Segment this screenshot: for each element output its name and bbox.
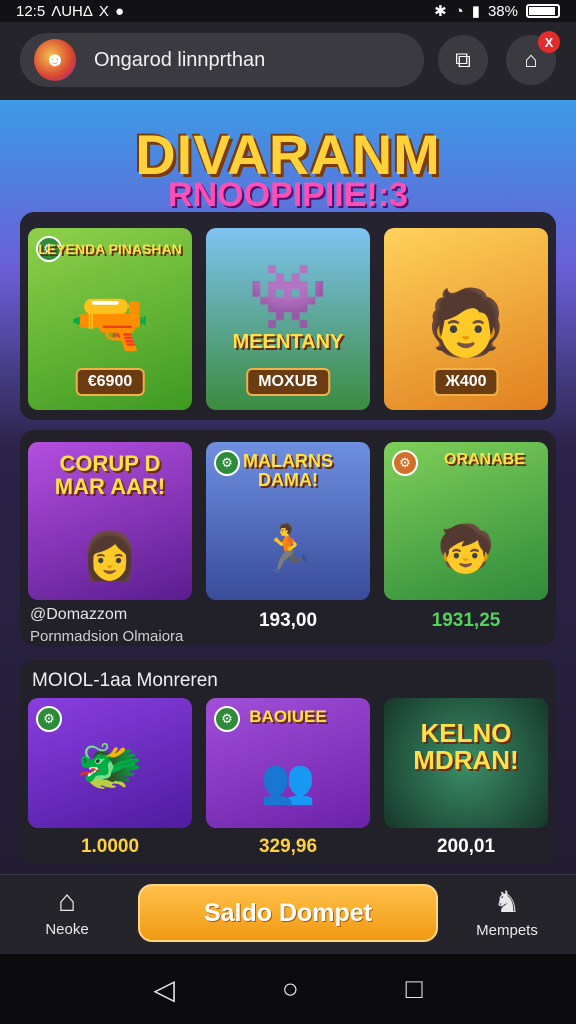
card-caption: LEYENDA PINASHAN [38,241,182,257]
card-caption: KELNO MDRAN! [413,718,519,776]
wallet-icon: ♞ [493,886,521,919]
game-card-1[interactable]: ⚙ LEYENDA PINASHAN 🔫 €6900 [28,228,192,410]
card-value: 193,00 [258,610,318,631]
copy-icon: ⧉ [455,47,471,72]
card-caption: MEENTANY [232,331,344,353]
game-card-6[interactable]: ⚙ ORANABE 🧒 [384,442,548,600]
card-price: Ж400 [433,368,499,396]
notification-badge: X [538,31,560,53]
kids-figure-icon: 🧒 [437,522,495,575]
bottom-nav: ⌂ Neoke Saldo Dompet ♞ Mempets [0,874,576,954]
people-figure-icon: 👩 [81,529,139,582]
nav-home[interactable]: ⌂ Neoke [22,885,112,938]
home-icon: ⌂ [57,885,77,918]
featured-panel: ⚙ LEYENDA PINASHAN 🔫 €6900 👾 MEENTANY MO… [20,212,556,420]
card-caption: CORUP D MAR AAR! [54,451,166,500]
card-value: 1931,25 [431,610,501,631]
status-circle-icon: ● [114,2,124,20]
game-card-5[interactable]: ⚙ MALARNS DAMA! 🏃 [206,442,370,600]
app-header: ☻ Ongarod linnprthan ⧉ ⌂ X [0,22,576,100]
game-card-9[interactable]: KELNO MDRAN! [384,698,548,828]
promo-line-1: @Domazzom [30,606,128,623]
battery-text: 38% [487,2,518,20]
wallet-balance-button[interactable]: Saldo Dompet [138,884,438,942]
status-x: X [98,2,109,20]
game-badge-icon: ⚙ [36,706,62,732]
back-icon[interactable]: ◁ [153,973,175,1006]
home-circle-icon[interactable]: ○ [282,973,299,1005]
status-time: 12:5 [16,2,46,20]
system-nav: ◁ ○ □ [0,954,576,1024]
main-content: DIVARANM RNOOPIPIIE!:3 ⚙ LEYENDA PINASHA… [0,100,576,874]
status-bar: 12:5 ΛUHΔ X ● ✱ ◔ ▮ 38% [0,0,576,22]
more-panel: MOIOL-1aa Monreren ⚙ 🐲 ⚙ BAOIUEE 👥 KELNO… [20,660,556,864]
search-text: Ongarod linnprthan [94,48,266,71]
hero-subtitle: RNOOPIPIIE!:3 [168,176,408,214]
search-bar[interactable]: ☻ Ongarod linnprthan [20,33,424,87]
recents-icon[interactable]: □ [406,973,423,1005]
game-card-4[interactable]: CORUP D MAR AAR! 👩 [28,442,192,600]
battery-icon [526,4,560,18]
card-value: 329,96 [258,836,318,857]
wifi-icon: ◔ [454,2,464,20]
monster-figure-icon: 👾 [248,260,328,333]
runner-figure-icon: 🏃 [259,522,317,575]
card-caption: ORANABE [444,451,525,468]
status-text: ΛUHΔ [51,2,93,20]
dragon-figure-icon: 🐲 [76,735,144,796]
nav-wallet-label: Mempets [476,922,538,939]
card-price: €6900 [75,368,145,396]
card-caption: BAOIUEE [249,707,327,726]
cart-button[interactable]: ⌂ X [506,31,560,85]
game-card-8[interactable]: ⚙ BAOIUEE 👥 [206,698,370,828]
bluetooth-icon: ✱ [434,3,447,20]
card-value: 1.0000 [80,836,140,857]
hero-figure-icon: 🔫 [70,286,150,359]
warrior-figure-icon: 🧑 [426,286,506,359]
nav-wallet[interactable]: ♞ Mempets [462,885,552,939]
game-card-3[interactable]: 🧑 Ж400 [384,228,548,410]
bag-icon: ⌂ [524,47,538,72]
app-logo-icon: ☻ [34,39,76,81]
section-title: MOIOL-1aa Monreren [32,670,218,691]
card-value: 200,01 [436,836,496,857]
promo-line-2: Pornmadsion Olmaiora [30,628,184,645]
game-card-7[interactable]: ⚙ 🐲 [28,698,192,828]
signal-icon: ▮ [471,3,480,20]
game-card-2[interactable]: 👾 MEENTANY MOXUB [206,228,370,410]
copy-button[interactable]: ⧉ [438,35,488,85]
card-caption: MALARNS DAMA! [243,451,333,490]
crowd-figure-icon: 👥 [260,757,316,807]
game-badge-icon: ⚙ [392,450,418,476]
card-price: MOXUB [246,368,330,396]
nav-home-label: Neoke [45,921,89,938]
promo-panel: CORUP D MAR AAR! 👩 ⚙ MALARNS DAMA! 🏃 ⚙ O… [20,430,556,646]
